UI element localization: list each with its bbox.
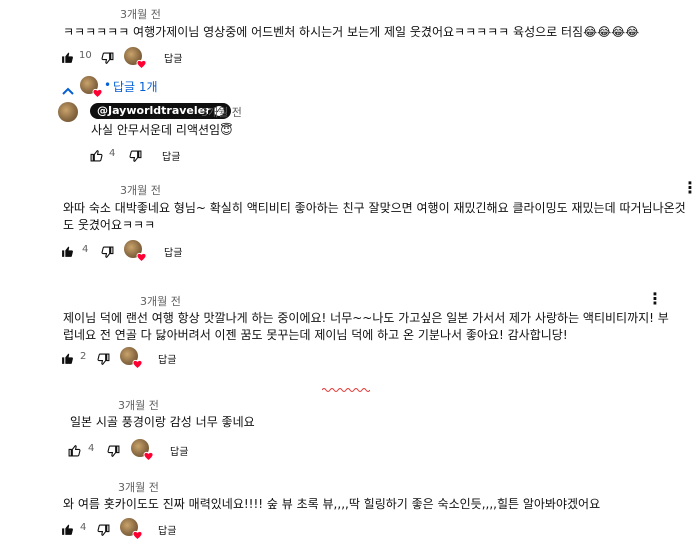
replies-toggle-label[interactable]: 답글 1개 bbox=[113, 78, 158, 95]
heart-icon bbox=[136, 252, 147, 262]
comment-time: 3개월 전 bbox=[118, 399, 159, 412]
thumbs-up-icon[interactable] bbox=[61, 49, 74, 68]
chevron-up-icon[interactable] bbox=[62, 80, 74, 99]
heart-icon bbox=[132, 530, 143, 540]
like-count: 4 bbox=[80, 522, 87, 533]
creator-avatar bbox=[120, 518, 143, 540]
comment-text: 제이님 덕에 랜선 여행 항상 맛깔나게 하는 중이에요! 너무~~나도 가고싶… bbox=[63, 311, 669, 342]
reply-button[interactable]: 답글 bbox=[158, 351, 176, 366]
reply-button[interactable]: 답글 bbox=[162, 148, 180, 163]
author-name[interactable]: @Jayworldtraveler bbox=[97, 104, 211, 117]
thumbs-down-icon[interactable] bbox=[101, 50, 114, 69]
thumbs-up-icon[interactable] bbox=[61, 350, 74, 369]
heart-icon bbox=[136, 59, 147, 69]
creator-avatar bbox=[120, 347, 143, 369]
like-count: 4 bbox=[88, 443, 95, 454]
squiggle-divider bbox=[322, 388, 370, 392]
like-count: 4 bbox=[109, 148, 116, 159]
more-vert-icon[interactable]: ⋮ bbox=[682, 180, 698, 196]
thumbs-up-icon[interactable] bbox=[90, 147, 103, 166]
heart-icon bbox=[143, 451, 154, 461]
thumbs-down-icon[interactable] bbox=[101, 244, 114, 263]
more-vert-icon[interactable]: ⋮ bbox=[647, 291, 663, 307]
thumbs-down-icon[interactable] bbox=[129, 148, 142, 167]
creator-avatar bbox=[131, 439, 154, 461]
heart-icon bbox=[92, 88, 103, 98]
thumbs-up-icon[interactable] bbox=[61, 243, 74, 262]
thumbs-up-icon[interactable] bbox=[61, 521, 74, 540]
creator-avatar bbox=[124, 240, 147, 262]
reply-button[interactable]: 답글 bbox=[170, 443, 188, 458]
creator-avatar-small bbox=[80, 76, 103, 98]
comment-text: 일본 시골 풍경이랑 감성 너무 좋네요 bbox=[70, 415, 255, 429]
comment-time: 3개월 전 bbox=[120, 8, 161, 21]
thumbs-down-icon[interactable] bbox=[107, 443, 120, 462]
comment-text: 와따 숙소 대박좋네요 형님~ 확실히 액티비티 좋아하는 친구 잘맞으면 여행… bbox=[63, 201, 686, 232]
reply-author-avatar[interactable] bbox=[58, 102, 78, 122]
comment-time: 3개월 전 bbox=[118, 481, 159, 494]
like-count: 2 bbox=[80, 351, 87, 362]
like-count: 10 bbox=[79, 50, 92, 61]
comment-text: ㅋㅋㅋㅋㅋㅋ 여행가제이님 영상중에 어드벤처 하시는거 보는게 제일 웃겼어요… bbox=[63, 25, 640, 39]
like-count: 4 bbox=[82, 244, 89, 255]
creator-avatar bbox=[124, 47, 147, 69]
thumbs-down-icon[interactable] bbox=[97, 351, 110, 370]
reply-button[interactable]: 답글 bbox=[164, 50, 182, 65]
reply-text: 사실 안무서운데 리액션임😇 bbox=[91, 123, 233, 137]
reply-button[interactable]: 답글 bbox=[158, 522, 176, 537]
comment-time: 3개월 전 bbox=[120, 184, 161, 197]
reply-button[interactable]: 답글 bbox=[164, 244, 182, 259]
comment-time: 3개월 전 bbox=[140, 295, 181, 308]
thumbs-up-icon[interactable] bbox=[68, 442, 81, 461]
bullet-separator: • bbox=[104, 78, 112, 92]
comment-text: 와 여름 홋카이도도 진짜 매력있네요!!!! 숲 뷰 초록 뷰,,,,딱 힐링… bbox=[63, 497, 601, 511]
reply-time: 3개월 전 bbox=[201, 106, 242, 119]
thumbs-down-icon[interactable] bbox=[97, 522, 110, 541]
heart-icon bbox=[132, 359, 143, 369]
